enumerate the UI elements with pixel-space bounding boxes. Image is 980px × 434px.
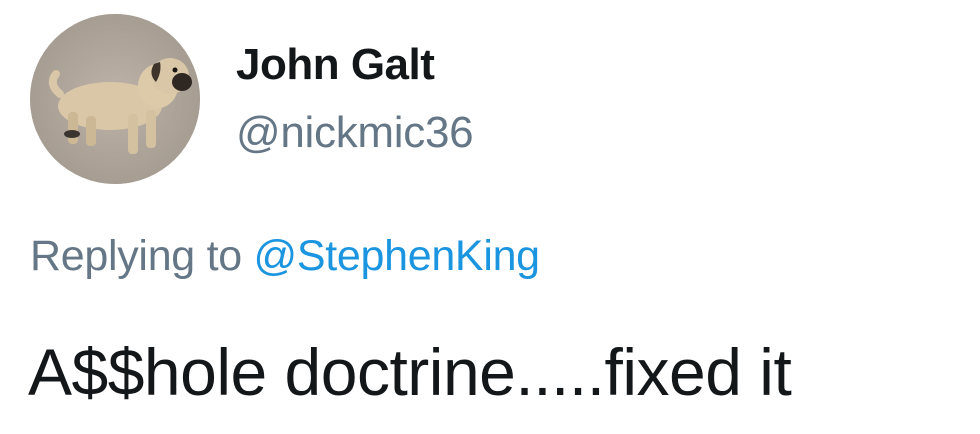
- reply-mention-link[interactable]: @StephenKing: [253, 232, 540, 280]
- dog-avatar-image: [30, 14, 200, 184]
- replying-to-line: Replying to @StephenKing: [30, 232, 540, 281]
- tweet-text: A$$hole doctrine.....fixed it: [28, 335, 792, 409]
- avatar[interactable]: [30, 14, 200, 184]
- author-handle[interactable]: @nickmic36: [236, 108, 474, 158]
- replying-to-label: Replying to: [30, 232, 242, 280]
- tweet-card: John Galt @nickmic36 Replying to @Stephe…: [0, 0, 980, 434]
- author-display-name[interactable]: John Galt: [236, 40, 435, 90]
